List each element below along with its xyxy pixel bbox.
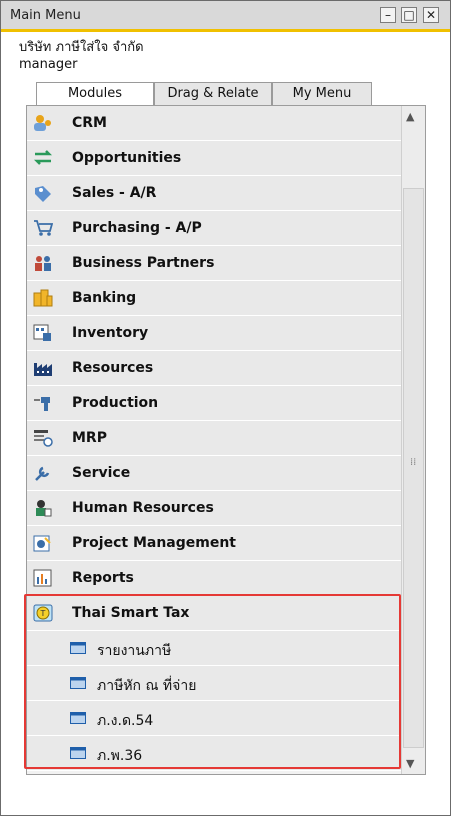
module-service[interactable]: Service: [27, 456, 402, 491]
user-name: manager: [19, 57, 78, 72]
scroll-up-icon[interactable]: ▲: [406, 110, 414, 123]
module-mrp[interactable]: MRP: [27, 421, 402, 456]
modules-panel: CRM Opportunities Sales - A/R Purchasing…: [26, 105, 426, 775]
submenu-label: รายงานภาษี: [97, 643, 172, 659]
svg-text:T: T: [40, 609, 46, 618]
scroll-thumb[interactable]: ⁞⁞: [403, 188, 424, 748]
window-icon: [70, 642, 86, 654]
production-icon: [34, 397, 50, 411]
module-label: Banking: [72, 290, 137, 306]
vertical-scrollbar[interactable]: ▲ ⁞⁞ ▼: [401, 106, 425, 774]
submenu-tax-report[interactable]: รายงานภาษี: [27, 631, 402, 666]
person-icon: [36, 500, 52, 517]
module-business-partners[interactable]: Business Partners: [27, 246, 402, 281]
close-button[interactable]: ✕: [423, 7, 439, 23]
window-title: Main Menu: [10, 8, 81, 23]
module-label: Resources: [72, 360, 154, 376]
module-label: Sales - A/R: [72, 185, 157, 201]
partners-icon: [35, 256, 51, 271]
module-label: Thai Smart Tax: [72, 605, 190, 621]
module-reports[interactable]: Reports: [27, 561, 402, 596]
grip-icon: ⁞⁞: [410, 457, 417, 468]
submenu-label: ภาษีหัก ณ ที่จ่าย: [97, 678, 197, 694]
module-crm[interactable]: CRM: [27, 106, 402, 141]
tax-icon: T: [33, 604, 53, 622]
window-icon: [70, 747, 86, 759]
wrench-icon: [35, 466, 50, 481]
tab-my-menu[interactable]: My Menu: [272, 82, 372, 105]
module-resources[interactable]: Resources: [27, 351, 402, 386]
report-icon: [33, 569, 52, 587]
project-icon: [33, 535, 51, 552]
module-label: Service: [72, 465, 131, 481]
scroll-down-icon[interactable]: ▼: [406, 757, 414, 770]
inventory-icon: [33, 324, 51, 341]
tab-modules[interactable]: Modules: [36, 82, 154, 107]
module-project-management[interactable]: Project Management: [27, 526, 402, 561]
maximize-button[interactable]: □: [401, 7, 417, 23]
submenu-pnd54[interactable]: ภ.ง.ด.54: [27, 701, 402, 736]
factory-icon: [34, 363, 52, 376]
module-label: Human Resources: [72, 500, 214, 516]
module-label: CRM: [72, 115, 107, 131]
module-sales[interactable]: Sales - A/R: [27, 176, 402, 211]
minimize-button[interactable]: –: [380, 7, 396, 23]
window-icon: [70, 712, 86, 724]
title-bar: Main Menu – □ ✕: [1, 1, 450, 32]
submenu-withholding-tax[interactable]: ภาษีหัก ณ ที่จ่าย: [27, 666, 402, 701]
module-label: Purchasing - A/P: [72, 220, 202, 236]
module-purchasing[interactable]: Purchasing - A/P: [27, 211, 402, 246]
module-label: Reports: [72, 570, 134, 586]
cart-icon: [34, 220, 53, 236]
module-inventory[interactable]: Inventory: [27, 316, 402, 351]
module-label: Opportunities: [72, 150, 182, 166]
opportunities-icon: [33, 150, 53, 165]
submenu-pp36[interactable]: ภ.พ.36: [27, 736, 402, 771]
module-human-resources[interactable]: Human Resources: [27, 491, 402, 526]
modules-list: CRM Opportunities Sales - A/R Purchasing…: [27, 106, 402, 771]
tab-drag-relate[interactable]: Drag & Relate: [154, 82, 272, 105]
sales-icon: [35, 186, 51, 202]
company-name: บริษัท ภาษีใส่ใจ จำกัด: [19, 40, 144, 55]
module-label: MRP: [72, 430, 107, 446]
module-production[interactable]: Production: [27, 386, 402, 421]
main-menu-window: Main Menu – □ ✕ บริษัท ภาษีใส่ใจ จำกัด m…: [0, 0, 451, 816]
submenu-label: ภ.ง.ด.54: [97, 713, 154, 729]
submenu-label: ภ.พ.36: [97, 748, 143, 764]
module-banking[interactable]: Banking: [27, 281, 402, 316]
crm-icon: [34, 115, 51, 131]
module-label: Production: [72, 395, 159, 411]
module-label: Inventory: [72, 325, 149, 341]
module-label: Business Partners: [72, 255, 215, 271]
mrp-icon: [34, 430, 53, 447]
module-label: Project Management: [72, 535, 236, 551]
coins-icon: [33, 289, 53, 307]
window-icon: [70, 677, 86, 689]
module-opportunities[interactable]: Opportunities: [27, 141, 402, 176]
module-thai-smart-tax[interactable]: T Thai Smart Tax: [27, 596, 402, 631]
